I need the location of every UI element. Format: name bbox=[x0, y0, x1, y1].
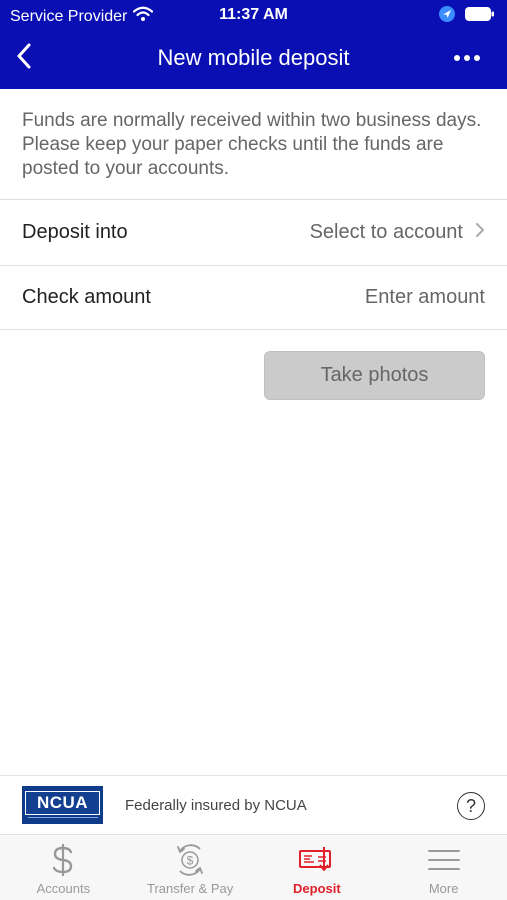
deposit-into-row[interactable]: Deposit into Select to account bbox=[0, 200, 507, 266]
take-photos-button[interactable]: Take photos bbox=[264, 351, 485, 400]
ncua-logo: NCUA bbox=[22, 786, 103, 824]
tab-label-more: More bbox=[428, 881, 459, 896]
wifi-icon bbox=[133, 6, 154, 27]
more-options-button[interactable] bbox=[447, 44, 487, 72]
ncua-logo-text: NCUA bbox=[25, 790, 100, 815]
ellipsis-icon bbox=[454, 55, 460, 61]
insured-text: Federally insured by NCUA bbox=[125, 797, 307, 814]
tab-transfer-pay[interactable]: $ Transfer & Pay bbox=[127, 835, 254, 900]
check-amount-input[interactable]: Enter amount bbox=[365, 286, 485, 309]
status-icons bbox=[439, 6, 495, 27]
location-arrow-icon bbox=[439, 6, 455, 27]
app-header: Service Provider 11:37 AM New mobile dep… bbox=[0, 0, 507, 89]
deposit-into-label: Deposit into bbox=[22, 221, 128, 243]
page-title: New mobile deposit bbox=[157, 45, 350, 70]
tab-label-accounts: Accounts bbox=[36, 881, 91, 896]
select-account-text: Select to account bbox=[309, 221, 463, 243]
deposit-info-text: Funds are normally received within two b… bbox=[0, 89, 507, 200]
chevron-right-icon bbox=[475, 221, 485, 244]
ncua-logo-rule bbox=[27, 816, 98, 820]
tab-label-deposit: Deposit bbox=[293, 881, 341, 896]
tab-bar: Accounts $ Transfer & Pay Deposit More bbox=[0, 835, 507, 900]
nav-bar: New mobile deposit bbox=[0, 32, 507, 84]
status-bar: Service Provider 11:37 AM bbox=[0, 0, 507, 32]
back-button[interactable] bbox=[8, 42, 40, 74]
battery-icon bbox=[465, 7, 495, 26]
tab-deposit[interactable]: Deposit bbox=[254, 835, 381, 900]
transfer-icon: $ bbox=[170, 843, 210, 877]
ncua-footer: NCUA Federally insured by NCUA ? bbox=[0, 775, 507, 835]
svg-text:$: $ bbox=[187, 854, 194, 868]
check-deposit-icon bbox=[297, 843, 337, 877]
ellipsis-dot bbox=[464, 55, 470, 61]
tab-label-transfer-pay: Transfer & Pay bbox=[147, 881, 234, 896]
help-button[interactable]: ? bbox=[457, 792, 485, 820]
deposit-into-value: Select to account bbox=[310, 221, 485, 244]
tab-more[interactable]: More bbox=[380, 835, 507, 900]
check-amount-label: Check amount bbox=[22, 286, 151, 308]
check-amount-row[interactable]: Check amount Enter amount bbox=[0, 266, 507, 330]
ellipsis-dot bbox=[474, 55, 480, 61]
carrier-info: Service Provider bbox=[10, 6, 154, 27]
menu-icon bbox=[424, 843, 464, 877]
dollar-icon bbox=[43, 843, 83, 877]
chevron-left-icon bbox=[16, 43, 32, 74]
tab-accounts[interactable]: Accounts bbox=[0, 835, 127, 900]
carrier-name: Service Provider bbox=[10, 7, 128, 25]
question-icon: ? bbox=[465, 795, 476, 816]
